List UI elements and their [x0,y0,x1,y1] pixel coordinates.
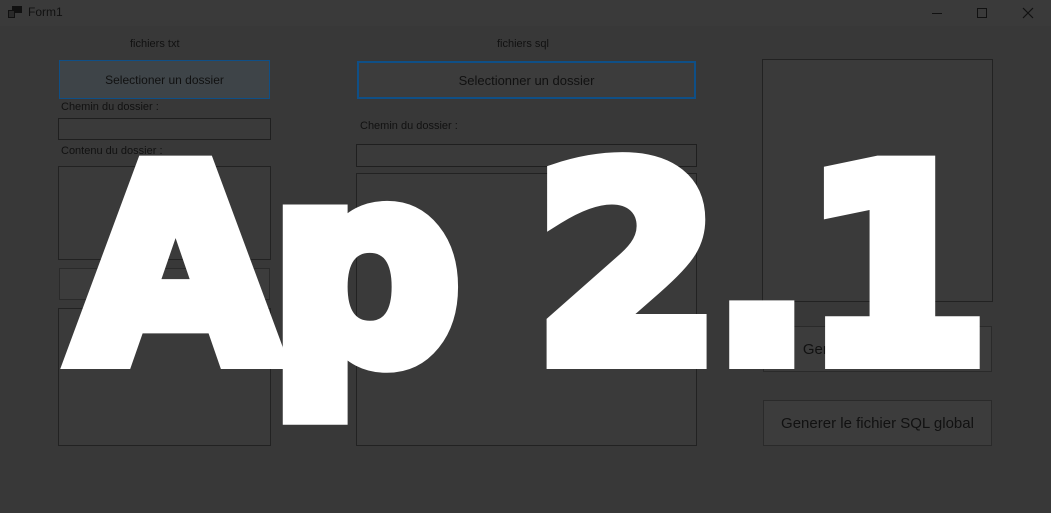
title-bar [0,0,1051,26]
generate-sql-button[interactable]: Generer le fichier SQL [763,326,992,372]
minimize-button[interactable] [914,0,960,26]
txt-content-label: Contenu du dossier : [61,145,163,157]
generate-sql-global-button[interactable]: Generer le fichier SQL global [763,400,992,446]
txt-output-list[interactable] [58,308,271,446]
maximize-icon [977,8,987,18]
app-icon [8,6,22,18]
preview-box[interactable] [762,59,993,302]
window-title: Form1 [28,5,63,19]
txt-path-field[interactable] [58,118,271,140]
sql-content-list[interactable] [356,173,697,446]
minimize-icon [932,13,942,14]
txt-select-folder-button[interactable]: Selectioner un dossier [59,60,270,99]
close-icon [1022,7,1034,19]
close-button[interactable] [1005,0,1051,26]
sql-section-heading: fichiers sql [497,38,549,50]
maximize-button[interactable] [959,0,1005,26]
sql-path-label: Chemin du dossier : [360,120,458,132]
txt-path-label: Chemin du dossier : [61,101,159,113]
txt-section-heading: fichiers txt [130,38,180,50]
txt-content-list[interactable] [58,166,271,260]
txt-select-folder-button-2[interactable]: Selectioner un dossier [59,268,270,300]
sql-path-field[interactable] [356,144,697,167]
sql-select-folder-button[interactable]: Selectionner un dossier [357,61,696,99]
